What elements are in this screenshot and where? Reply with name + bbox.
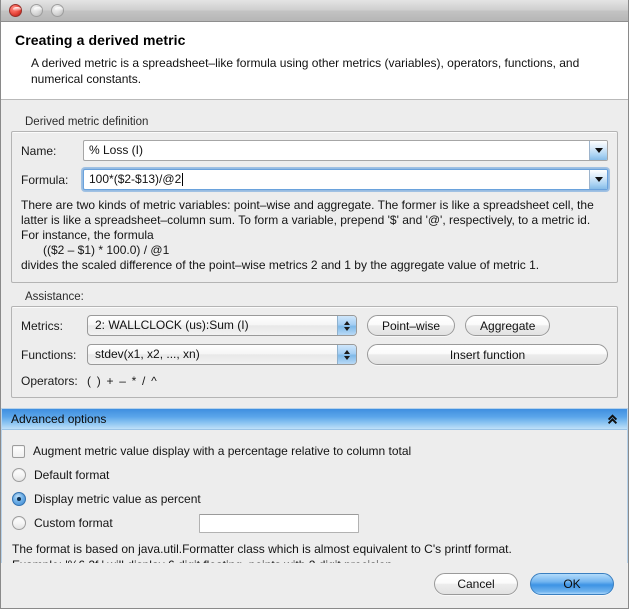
variables-explanation: There are two kinds of metric variables:… [21, 198, 608, 273]
advanced-options-content: Augment metric value display with a perc… [2, 430, 627, 581]
formula-input-value: 100*($2-$13)/@2 [89, 172, 182, 186]
metrics-row: Metrics: 2: WALLCLOCK (us):Sum (I) Point… [21, 315, 608, 336]
text-caret [182, 173, 184, 186]
radio-display-percent-row[interactable]: Display metric value as percent [12, 487, 617, 511]
minimize-button[interactable] [30, 4, 43, 17]
chevron-up-icon [344, 349, 350, 354]
advanced-options-header[interactable]: Advanced options [2, 409, 627, 430]
radio-display-percent-label: Display metric value as percent [34, 492, 201, 506]
group-title-assistance: Assistance: [25, 291, 84, 303]
double-chevron-up-icon[interactable] [606, 413, 619, 426]
metrics-selected-value: 2: WALLCLOCK (us):Sum (I) [95, 318, 249, 332]
dialog-body: Derived metric definition Name: % Loss (… [1, 100, 628, 582]
formula-row: Formula: 100*($2-$13)/@2 [21, 169, 608, 190]
name-row: Name: % Loss (I) [21, 140, 608, 161]
operators-row: Operators: ( ) + – * / ^ [21, 374, 608, 388]
aggregate-button[interactable]: Aggregate [465, 315, 551, 336]
point-wise-button[interactable]: Point–wise [367, 315, 456, 336]
page-description: A derived metric is a spreadsheet–like f… [31, 56, 580, 86]
header-banner: Creating a derived metric A derived metr… [1, 22, 628, 100]
functions-select-arrows[interactable] [337, 345, 356, 364]
radio-custom-format[interactable] [12, 516, 26, 530]
custom-format-input[interactable] [198, 513, 359, 533]
explanation-line-1: There are two kinds of metric variables:… [21, 198, 594, 212]
chevron-down-icon [344, 355, 350, 360]
insert-function-button[interactable]: Insert function [367, 344, 608, 365]
formula-label: Formula: [21, 172, 69, 187]
chevron-down-icon [594, 148, 603, 153]
close-button[interactable] [9, 4, 22, 17]
radio-default-format-row[interactable]: Default format [12, 463, 617, 487]
assistance-group-box: Metrics: 2: WALLCLOCK (us):Sum (I) Point… [11, 306, 618, 398]
window-controls [9, 4, 64, 17]
formula-dropdown-button[interactable] [589, 170, 607, 189]
radio-custom-format-row[interactable]: Custom format [12, 511, 617, 535]
advanced-options-title: Advanced options [11, 412, 107, 426]
metrics-label: Metrics: [21, 318, 63, 333]
name-input[interactable]: % Loss (I) [84, 141, 589, 160]
cancel-button[interactable]: Cancel [434, 573, 518, 595]
group-title-definition: Derived metric definition [25, 116, 149, 128]
augment-checkbox[interactable] [12, 444, 25, 458]
window-titlebar [1, 0, 628, 22]
augment-checkbox-row[interactable]: Augment metric value display with a perc… [12, 439, 617, 463]
explanation-line-4: divides the scaled difference of the poi… [21, 258, 540, 272]
chevron-down-icon [594, 177, 603, 182]
functions-row: Functions: stdev(x1, x2, ..., xn) Insert… [21, 344, 608, 365]
name-dropdown-button[interactable] [589, 141, 607, 160]
name-combobox[interactable]: % Loss (I) [83, 140, 608, 161]
radio-default-format-label: Default format [34, 468, 110, 482]
explanation-example-formula: (($2 – $1) * 100.0) / @1 [43, 243, 170, 257]
ok-button[interactable]: OK [530, 573, 614, 595]
radio-display-percent[interactable] [12, 492, 26, 506]
functions-label: Functions: [21, 347, 77, 362]
operators-label: Operators: [21, 374, 78, 388]
radio-default-format[interactable] [12, 468, 26, 482]
chevron-up-icon [344, 320, 350, 325]
maximize-button[interactable] [51, 4, 64, 17]
name-label: Name: [21, 143, 57, 158]
metrics-select-arrows[interactable] [337, 316, 356, 335]
explanation-line-2: latter is like a spreadsheet–column sum.… [21, 213, 591, 227]
chevron-down-icon [344, 326, 350, 331]
formula-input[interactable]: 100*($2-$13)/@2 [84, 170, 589, 189]
advanced-options-panel: Advanced options Augment metric value di… [1, 408, 628, 582]
assistance-group: Assistance: Metrics: 2: WALLCLOCK (us):S… [11, 291, 618, 398]
page-title: Creating a derived metric [15, 32, 186, 48]
advanced-options-inner: Advanced options Augment metric value di… [1, 409, 628, 581]
dialog-footer: Cancel OK [1, 563, 628, 608]
explanation-line-3: For instance, the formula [21, 228, 154, 242]
format-note-line-1: The format is based on java.util.Formatt… [12, 542, 512, 556]
metrics-select[interactable]: 2: WALLCLOCK (us):Sum (I) [87, 315, 357, 336]
operators-value: ( ) + – * / ^ [87, 374, 158, 388]
dialog-window: Creating a derived metric A derived metr… [0, 0, 629, 609]
radio-custom-format-label: Custom format [34, 516, 113, 530]
definition-group-box: Name: % Loss (I) Formula: 100*($2-$13)/@… [11, 131, 618, 283]
augment-checkbox-label: Augment metric value display with a perc… [33, 444, 412, 458]
derived-metric-definition-group: Derived metric definition Name: % Loss (… [11, 116, 618, 283]
functions-select[interactable]: stdev(x1, x2, ..., xn) [87, 344, 357, 365]
formula-combobox[interactable]: 100*($2-$13)/@2 [83, 169, 608, 190]
functions-selected-value: stdev(x1, x2, ..., xn) [95, 347, 200, 361]
